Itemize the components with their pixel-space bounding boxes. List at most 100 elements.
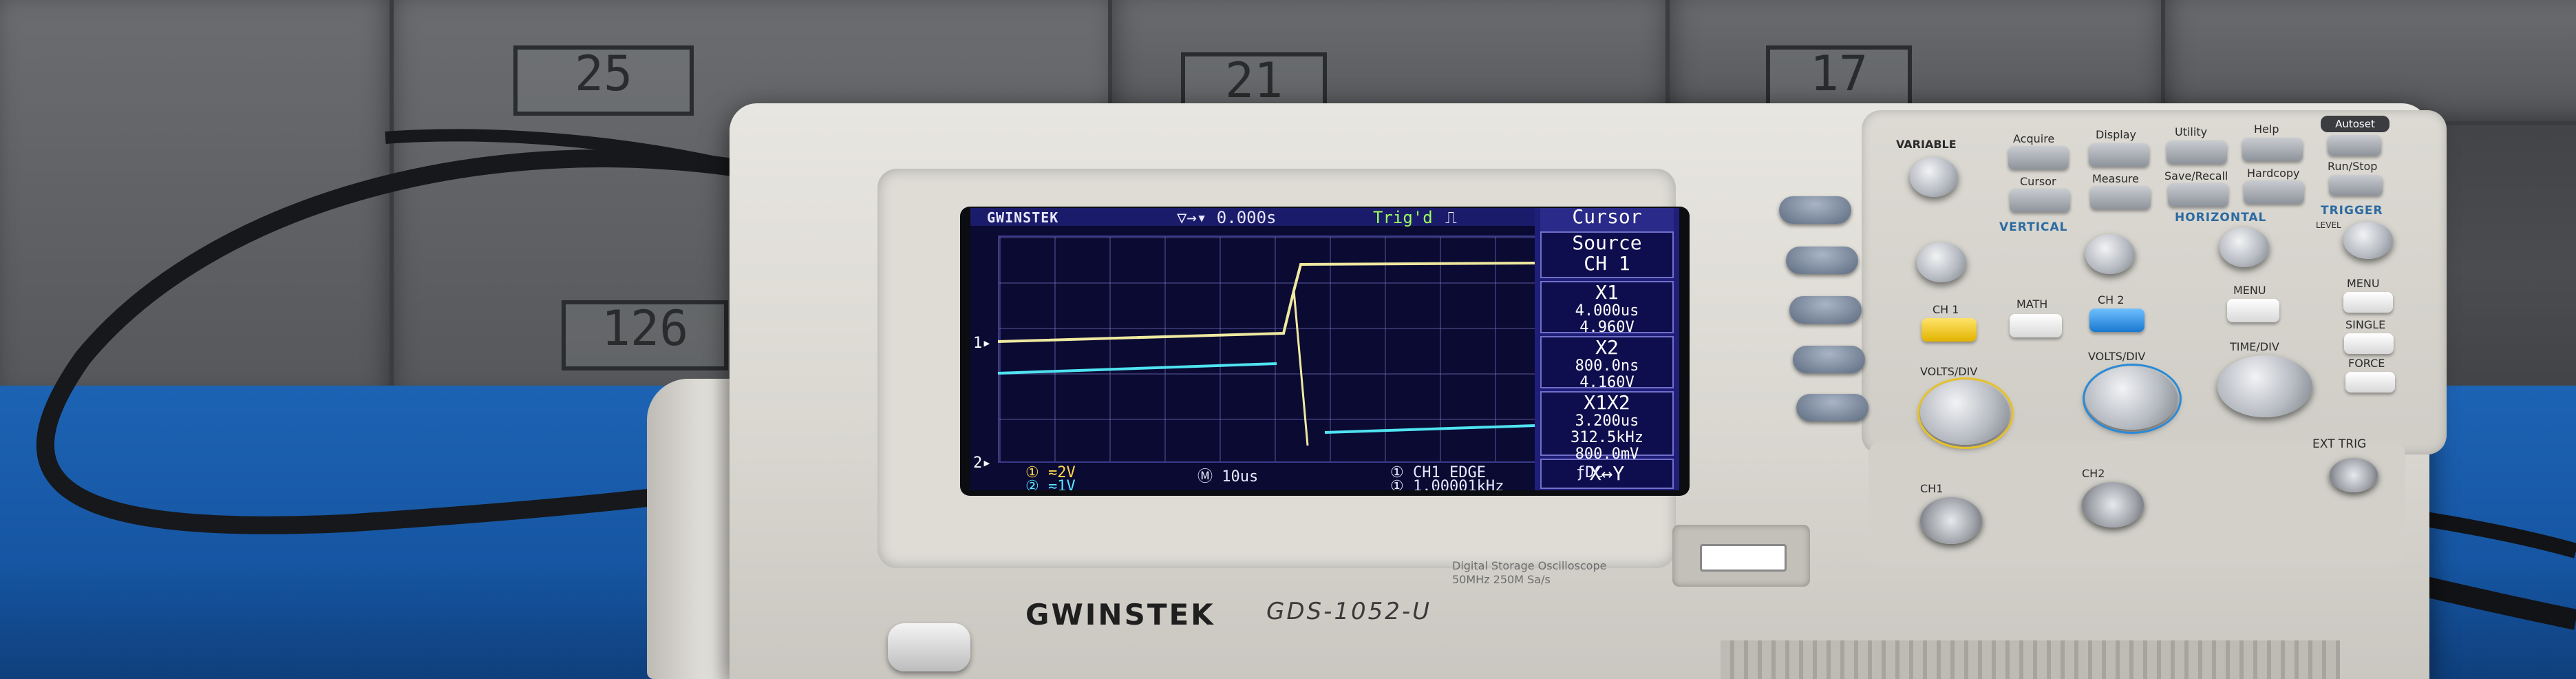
run-stop-button[interactable] xyxy=(2329,175,2383,196)
ch1-input-label: CH1 xyxy=(1920,482,1944,495)
volts-div-1-label: VOLTS/DIV xyxy=(1920,365,1978,378)
time-div-label: TIME/DIV xyxy=(2230,340,2279,353)
menu-title-text: Cursor xyxy=(1572,208,1642,228)
horizontal-position-knob[interactable] xyxy=(2220,227,2269,267)
menu-x2-time: 800.0ns xyxy=(1575,357,1639,375)
cursor-side-menu: Cursor Source CH 1 X1 4.000us 4.960V X2 … xyxy=(1535,208,1679,490)
timebase-value: 10us xyxy=(1222,468,1259,485)
ch1-position-knob[interactable] xyxy=(1917,242,1966,282)
ext-trig-label: EXT TRIG xyxy=(2312,437,2367,451)
trigger-menu-button[interactable] xyxy=(2343,292,2393,313)
model-description: Digital Storage Oscilloscope 50MHz 250M … xyxy=(1452,559,1607,586)
ch2-trace xyxy=(1324,424,1535,434)
hardcopy-button[interactable] xyxy=(2244,180,2304,204)
softkey-2[interactable] xyxy=(1786,247,1858,274)
ch1-button[interactable] xyxy=(1922,318,1977,342)
force-button[interactable] xyxy=(2345,372,2395,393)
photo-scene: 25 126 21 17 GWINSTEK ▽→▾ 0.000s Trig'd … xyxy=(0,0,2576,679)
ch2-button-label: CH 2 xyxy=(2098,293,2125,306)
softkey-4[interactable] xyxy=(1793,346,1865,373)
usb-port-housing xyxy=(1672,525,1810,587)
frequency-readout: ① 1.00001kHz xyxy=(1390,478,1504,490)
menu-source[interactable]: Source CH 1 xyxy=(1540,231,1674,278)
utility-button[interactable] xyxy=(2167,140,2227,164)
hardcopy-label: Hardcopy xyxy=(2247,167,2300,180)
menu-source-label: Source xyxy=(1572,231,1642,254)
display-button[interactable] xyxy=(2089,143,2149,167)
utility-label: Utility xyxy=(2175,125,2208,138)
ch1-button-label: CH 1 xyxy=(1933,303,1959,316)
softkey-1[interactable] xyxy=(1779,196,1851,224)
ch2-knob-ring xyxy=(2083,364,2182,434)
menu-x1-time: 4.000us xyxy=(1575,302,1639,320)
variable-knob[interactable] xyxy=(1910,157,1958,197)
menu-x2-label: X2 xyxy=(1595,336,1619,359)
measure-label: Measure xyxy=(2092,172,2139,185)
display-label: Display xyxy=(2096,128,2136,141)
ch1-bnc-input[interactable] xyxy=(1920,497,1982,544)
menu-x2-volt: 4.160V xyxy=(1579,374,1635,391)
time-div-knob[interactable] xyxy=(2217,355,2312,417)
ch2-trace xyxy=(997,362,1277,375)
brand-logo: GWINSTEK xyxy=(1025,598,1215,631)
model-label: GDS-1052-U xyxy=(1266,598,1432,625)
frequency-value: 1.00001kHz xyxy=(1412,478,1504,490)
cursor-label: Cursor xyxy=(2020,175,2056,188)
bottom-vent xyxy=(1721,640,2340,679)
menu-x1-volt: 4.960V xyxy=(1579,319,1635,336)
menu-x1x2-freq: 312.5kHz xyxy=(1571,429,1643,446)
menu-x1x2-label: X1X2 xyxy=(1584,391,1630,414)
ch2-scale: ② ≂1V xyxy=(1025,478,1076,490)
menu-x1x2[interactable]: X1X2 3.200us 312.5kHz 800.0mV xyxy=(1540,391,1674,463)
timebase: Ⓜ 10us xyxy=(1197,468,1259,485)
ch1-trace xyxy=(997,262,1535,343)
ch2-input-label: CH2 xyxy=(2082,467,2105,480)
ch2-bnc-input[interactable] xyxy=(2082,482,2144,527)
menu-x2[interactable]: X2 800.0ns 4.160V xyxy=(1540,336,1674,391)
menu-x1x2-delta-t: 3.200us xyxy=(1575,412,1639,430)
cursor-button[interactable] xyxy=(2010,189,2070,212)
acquire-button[interactable] xyxy=(2008,146,2069,169)
autoset-label: Autoset xyxy=(2321,116,2389,132)
ch2-scale-value: 1V xyxy=(1057,478,1076,490)
trigger-coupling-value: DC xyxy=(1585,464,1604,481)
ch1-knob-ring xyxy=(1917,377,2014,449)
acquire-label: Acquire xyxy=(2013,132,2055,145)
math-button[interactable] xyxy=(2010,314,2062,337)
trigger-menu-label: MENU xyxy=(2347,277,2380,290)
autoset-button[interactable] xyxy=(2328,135,2381,156)
math-label: MATH xyxy=(2016,297,2048,311)
variable-label: VARIABLE xyxy=(1896,138,1957,151)
menu-title: Cursor xyxy=(1540,208,1674,231)
menu-x1-label: X1 xyxy=(1595,281,1619,304)
save-recall-label: Save/Recall xyxy=(2164,169,2228,182)
menu-source-value: CH 1 xyxy=(1584,252,1630,275)
ch2-button[interactable] xyxy=(2089,309,2144,332)
help-button[interactable] xyxy=(2242,138,2303,161)
lcd-screen: GWINSTEK ▽→▾ 0.000s Trig'd ⎍ 1▸ 2▸ Curso… xyxy=(970,208,1679,490)
single-label: SINGLE xyxy=(2345,318,2386,331)
help-label: Help xyxy=(2254,123,2279,136)
ch1-edge xyxy=(1292,290,1309,446)
softkey-3[interactable] xyxy=(1789,296,1862,324)
run-stop-label: Run/Stop xyxy=(2328,160,2378,173)
power-button[interactable] xyxy=(888,623,970,671)
save-recall-button[interactable] xyxy=(2168,183,2228,207)
softkey-5[interactable] xyxy=(1796,394,1869,421)
vertical-section-label: VERTICAL xyxy=(1999,220,2068,234)
measure-button[interactable] xyxy=(2090,186,2151,209)
trigger-section-label: TRIGGER xyxy=(2321,204,2383,218)
ext-trig-bnc-input[interactable] xyxy=(2330,458,2378,492)
horizontal-section-label: HORIZONTAL xyxy=(2175,211,2267,224)
ch2-position-knob[interactable] xyxy=(2085,234,2135,274)
status-bar: ① ≂2V ② ≂1V Ⓜ 10us ① CH1 EDGE ① 1.00001k… xyxy=(970,464,1679,490)
force-label: FORCE xyxy=(2348,357,2385,370)
single-button[interactable] xyxy=(2344,333,2394,354)
trigger-level-knob[interactable] xyxy=(2343,222,2393,259)
usb-port[interactable] xyxy=(1700,544,1787,572)
trigger-coupling: ƒDC xyxy=(1576,464,1604,481)
horizontal-menu-button[interactable] xyxy=(2227,299,2279,322)
menu-x1[interactable]: X1 4.000us 4.960V xyxy=(1540,281,1674,336)
volts-div-2-label: VOLTS/DIV xyxy=(2088,350,2146,363)
horizontal-menu-label: MENU xyxy=(2233,284,2266,297)
